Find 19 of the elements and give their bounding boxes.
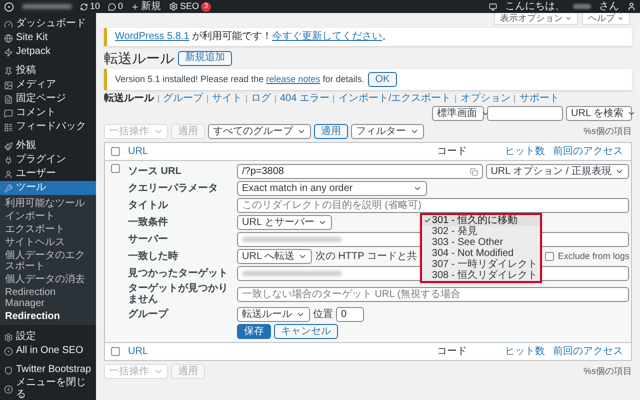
field-label: 見つかったターゲット	[128, 268, 229, 279]
field-label: グループ	[128, 309, 170, 320]
version-notice-text: Version 5.1 installed! Please read the release notes for details.	[115, 74, 364, 85]
field-label: 一致した時	[128, 251, 179, 262]
update-notice-text: WordPress 5.8.1 が利用可能です！今すぐ更新してください。	[115, 31, 394, 43]
field-text: 次の HTTP コードと共	[315, 250, 417, 262]
field-label: ターゲットが見つかりません	[128, 283, 229, 305]
field-label: ソース URL	[128, 166, 182, 177]
field-label: 一致条件	[128, 217, 169, 228]
column-header: コード	[437, 345, 468, 359]
items-count: %s個の項目	[583, 364, 632, 378]
field-label: サーバー	[128, 234, 169, 245]
field-label: クエリーパラメータ	[128, 183, 219, 194]
field-label: タイトル	[128, 200, 170, 211]
items-count: %s個の項目	[583, 124, 632, 138]
page-title: 転送ルール	[104, 50, 174, 66]
checkbox-label: Exclude from logs	[558, 250, 630, 263]
field-text: 位置	[313, 308, 333, 320]
column-header: コード	[437, 145, 468, 159]
